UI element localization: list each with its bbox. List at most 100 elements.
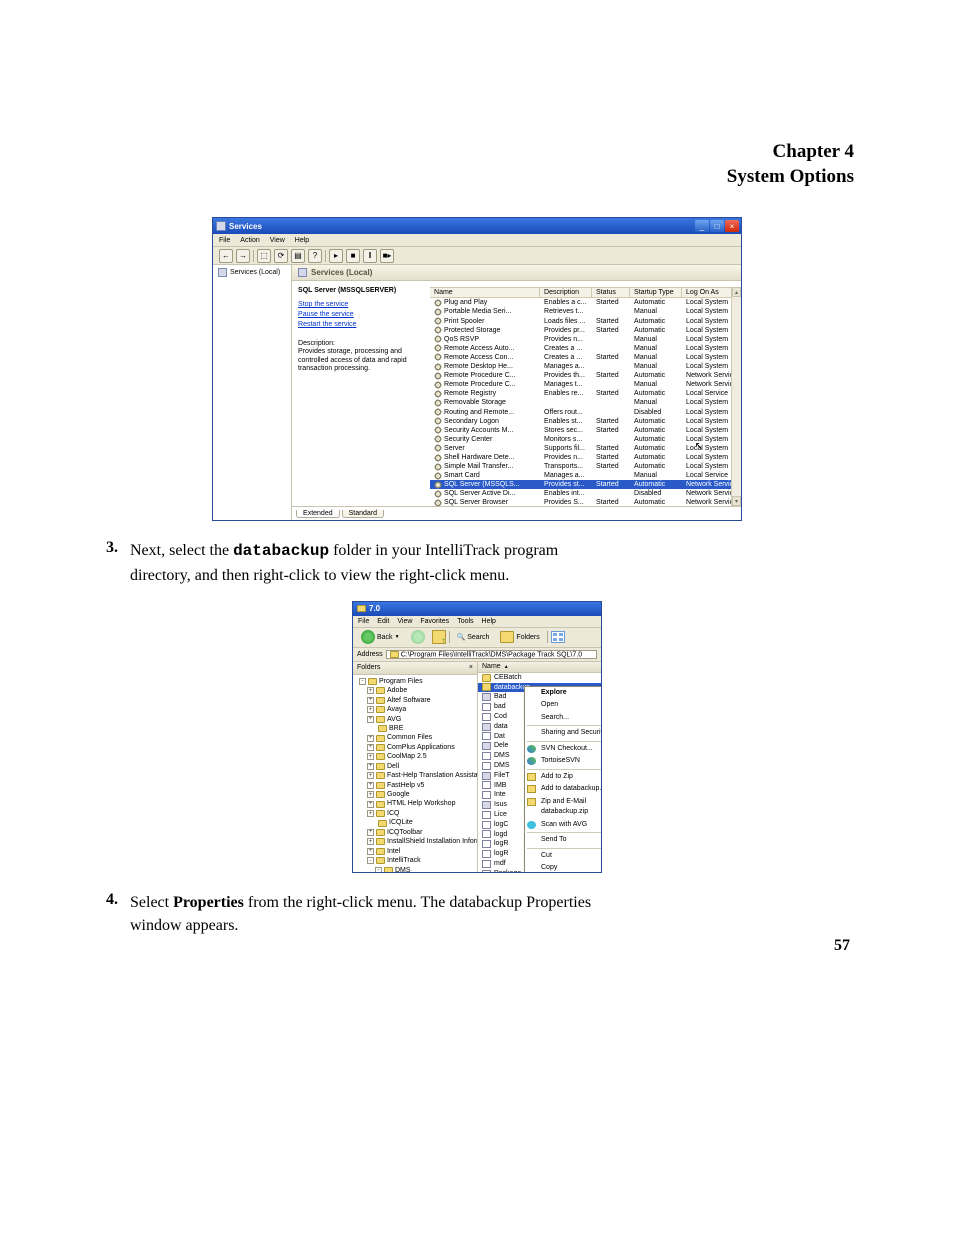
export-button[interactable]: ▤ bbox=[291, 249, 305, 263]
ctx-sendto[interactable]: Send To bbox=[525, 834, 601, 847]
tab-extended[interactable]: Extended bbox=[296, 510, 340, 518]
tree-row[interactable]: BRE bbox=[353, 724, 477, 733]
name-column-header[interactable]: Name bbox=[482, 663, 501, 670]
table-body[interactable]: Plug and PlayEnables a c...StartedAutoma… bbox=[430, 298, 741, 506]
tree-row[interactable]: -DMS bbox=[353, 866, 477, 872]
tab-standard[interactable]: Standard bbox=[342, 510, 384, 518]
restart-service-link[interactable]: Restart the service bbox=[298, 320, 424, 330]
expand-collapse-button[interactable]: + bbox=[367, 753, 374, 760]
table-row[interactable]: Removable StorageManualLocal System bbox=[430, 398, 741, 407]
views-button[interactable] bbox=[551, 631, 565, 643]
restart-button[interactable]: ■▸ bbox=[380, 249, 394, 263]
menu-help[interactable]: Help bbox=[482, 618, 496, 625]
stop-service-link[interactable]: Stop the service bbox=[298, 300, 424, 310]
toolbar-button[interactable]: ⬚ bbox=[257, 249, 271, 263]
col-type[interactable]: Startup Type bbox=[630, 288, 682, 297]
menu-action[interactable]: Action bbox=[240, 237, 259, 244]
table-row[interactable]: Remote RegistryEnables re...StartedAutom… bbox=[430, 389, 741, 398]
tree-row[interactable]: +AVG bbox=[353, 715, 477, 724]
close-button[interactable]: × bbox=[725, 220, 739, 232]
table-row[interactable]: Shell Hardware Dete...Provides n...Start… bbox=[430, 453, 741, 462]
col-name[interactable]: Name bbox=[430, 288, 540, 297]
tree-row[interactable]: +Adobe bbox=[353, 686, 477, 695]
tree-row[interactable]: +Google bbox=[353, 790, 477, 799]
menu-view[interactable]: View bbox=[397, 618, 412, 625]
ctx-explore[interactable]: Explore bbox=[525, 687, 601, 700]
col-desc[interactable]: Description bbox=[540, 288, 592, 297]
menu-edit[interactable]: Edit bbox=[377, 618, 389, 625]
ctx-open[interactable]: Open bbox=[525, 699, 601, 712]
expand-collapse-button[interactable]: - bbox=[375, 867, 382, 872]
table-row[interactable]: Routing and Remote...Offers rout...Disab… bbox=[430, 408, 741, 417]
expand-collapse-button[interactable]: + bbox=[367, 735, 374, 742]
left-tree[interactable]: Services (Local) bbox=[213, 265, 292, 520]
forward-button[interactable] bbox=[407, 629, 429, 645]
tree-row[interactable]: +Common Files bbox=[353, 733, 477, 742]
tree-row[interactable]: +CoolMap 2.5 bbox=[353, 752, 477, 761]
pause-service-link[interactable]: Pause the service bbox=[298, 310, 424, 320]
menu-view[interactable]: View bbox=[270, 237, 285, 244]
nav-forward-button[interactable]: → bbox=[236, 249, 250, 263]
expand-collapse-button[interactable]: + bbox=[367, 744, 374, 751]
table-row[interactable]: SQL Server BrowserProvides S...StartedAu… bbox=[430, 498, 741, 506]
file-list-pane[interactable]: Name▲ CEBatchdatabackupBadbadCoddataDatD… bbox=[478, 662, 601, 872]
scrollbar[interactable]: ▴ ▾ bbox=[731, 287, 741, 506]
tree-row[interactable]: ICQLite bbox=[353, 818, 477, 827]
tree-row[interactable]: +Dell bbox=[353, 762, 477, 771]
expand-collapse-button[interactable]: + bbox=[367, 810, 374, 817]
table-row[interactable]: Remote Desktop He...Manages a...ManualLo… bbox=[430, 362, 741, 371]
expand-collapse-button[interactable]: + bbox=[367, 838, 374, 845]
ctx-sharing[interactable]: Sharing and Security... bbox=[525, 727, 601, 740]
help-button[interactable]: ? bbox=[308, 249, 322, 263]
table-row[interactable]: QoS RSVPProvides n...ManualLocal System bbox=[430, 335, 741, 344]
tree-row[interactable]: +InstallShield Installation Informat bbox=[353, 837, 477, 846]
tree-row[interactable]: +Avaya bbox=[353, 705, 477, 714]
tree-row[interactable]: +FastHelp v5 bbox=[353, 781, 477, 790]
address-field[interactable]: C:\Program Files\IntelliTrack\DMS\Packag… bbox=[386, 650, 597, 659]
tree-row[interactable]: +HTML Help Workshop bbox=[353, 799, 477, 808]
close-tree-button[interactable]: × bbox=[469, 664, 473, 671]
expand-collapse-button[interactable]: + bbox=[367, 772, 374, 779]
table-row[interactable]: Smart CardManages a...ManualLocal Servic… bbox=[430, 471, 741, 480]
expand-collapse-button[interactable]: + bbox=[367, 697, 374, 704]
ctx-svn-checkout[interactable]: SVN Checkout... bbox=[525, 743, 601, 756]
list-item[interactable]: CEBatch bbox=[478, 673, 601, 683]
ctx-copy[interactable]: Copy bbox=[525, 862, 601, 872]
tree-row[interactable]: +ComPlus Applications bbox=[353, 743, 477, 752]
expand-collapse-button[interactable]: + bbox=[367, 801, 374, 808]
table-row[interactable]: Plug and PlayEnables a c...StartedAutoma… bbox=[430, 298, 741, 307]
tree-row[interactable]: +ICQ bbox=[353, 809, 477, 818]
tree-row[interactable]: +ICQToolbar bbox=[353, 828, 477, 837]
refresh-button[interactable]: ⟳ bbox=[274, 249, 288, 263]
titlebar[interactable]: Services _ □ × bbox=[213, 218, 741, 234]
menu-file[interactable]: File bbox=[358, 618, 369, 625]
table-row[interactable]: Simple Mail Transfer...Transports...Star… bbox=[430, 462, 741, 471]
menu-file[interactable]: File bbox=[219, 237, 230, 244]
explorer-titlebar[interactable]: 7.0 bbox=[353, 602, 601, 616]
expand-collapse-button[interactable]: + bbox=[367, 763, 374, 770]
folders-button[interactable]: Folders bbox=[496, 629, 543, 645]
col-status[interactable]: Status bbox=[592, 288, 630, 297]
expand-collapse-button[interactable]: + bbox=[367, 829, 374, 836]
tree-row[interactable]: +Intel bbox=[353, 847, 477, 856]
expand-collapse-button[interactable]: + bbox=[367, 706, 374, 713]
scroll-down-button[interactable]: ▾ bbox=[732, 496, 741, 506]
table-row[interactable]: Portable Media Seri...Retrieves t...Manu… bbox=[430, 307, 741, 316]
tree-row[interactable]: +Altef Software bbox=[353, 696, 477, 705]
ctx-tortoisesvn[interactable]: TortoiseSVN bbox=[525, 755, 601, 768]
table-row[interactable]: Security Accounts M...Stores sec...Start… bbox=[430, 426, 741, 435]
search-button[interactable]: 🔍 Search bbox=[453, 629, 494, 645]
table-row[interactable]: Remote Procedure C...Provides th...Start… bbox=[430, 371, 741, 380]
table-row[interactable]: Protected StorageProvides pr...StartedAu… bbox=[430, 326, 741, 335]
back-button[interactable]: Back▼ bbox=[357, 629, 404, 645]
expand-collapse-button[interactable]: - bbox=[359, 678, 366, 685]
table-row[interactable]: SQL Server (MSSQLS...Provides st...Start… bbox=[430, 480, 741, 489]
menu-help[interactable]: Help bbox=[295, 237, 309, 244]
maximize-button[interactable]: □ bbox=[710, 220, 724, 232]
ctx-addto[interactable]: Add to databackup.zip bbox=[525, 783, 601, 796]
menu-tools[interactable]: Tools bbox=[457, 618, 473, 625]
tree-row[interactable]: -Program Files bbox=[353, 677, 477, 686]
table-row[interactable]: SQL Server Active Di...Enables int...Dis… bbox=[430, 489, 741, 498]
folder-tree-pane[interactable]: Folders× -Program Files+Adobe+Altef Soft… bbox=[353, 662, 478, 872]
expand-collapse-button[interactable]: + bbox=[367, 782, 374, 789]
